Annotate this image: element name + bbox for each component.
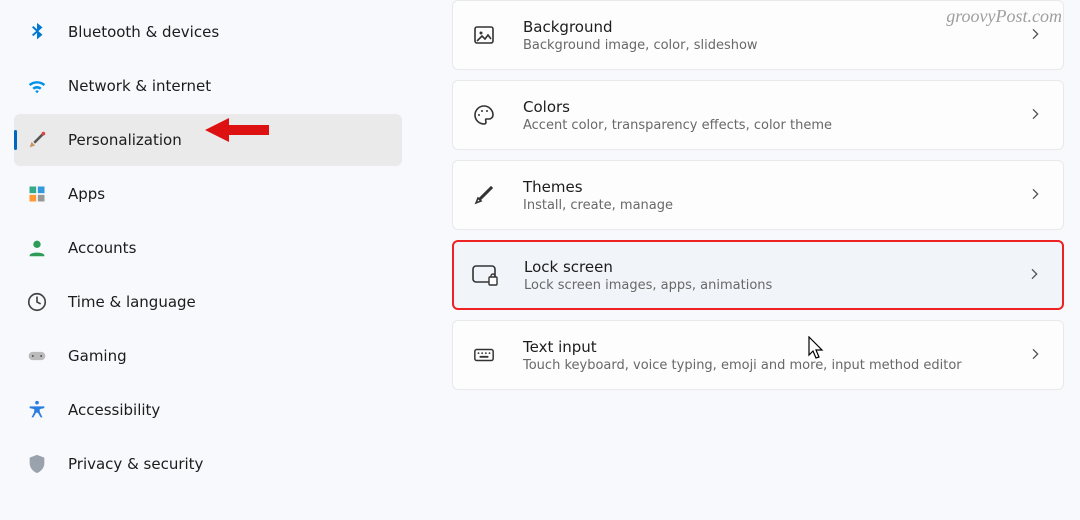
sidebar-item-label: Accounts bbox=[68, 239, 390, 257]
card-subtitle: Background image, color, slideshow bbox=[523, 38, 1027, 53]
palette-icon bbox=[469, 100, 499, 130]
keyboard-icon bbox=[469, 340, 499, 370]
chevron-right-icon bbox=[1026, 266, 1044, 284]
sidebar-item-accessibility[interactable]: Accessibility bbox=[14, 384, 402, 436]
card-text: Lock screen Lock screen images, apps, an… bbox=[524, 258, 1026, 293]
chevron-right-icon bbox=[1027, 106, 1045, 124]
card-text: Background Background image, color, slid… bbox=[523, 18, 1027, 53]
paintbrush-icon bbox=[24, 127, 50, 153]
sidebar-item-time-language[interactable]: Time & language bbox=[14, 276, 402, 328]
card-colors[interactable]: Colors Accent color, transparency effect… bbox=[452, 80, 1064, 150]
card-text: Text input Touch keyboard, voice typing,… bbox=[523, 338, 1027, 373]
sidebar-item-label: Apps bbox=[68, 185, 390, 203]
chevron-right-icon bbox=[1027, 26, 1045, 44]
card-subtitle: Install, create, manage bbox=[523, 198, 1027, 213]
lock-screen-icon bbox=[470, 260, 500, 290]
sidebar-item-label: Gaming bbox=[68, 347, 390, 365]
card-background[interactable]: Background Background image, color, slid… bbox=[452, 0, 1064, 70]
card-text: Themes Install, create, manage bbox=[523, 178, 1027, 213]
sidebar-item-label: Accessibility bbox=[68, 401, 390, 419]
card-subtitle: Lock screen images, apps, animations bbox=[524, 278, 1026, 293]
card-subtitle: Accent color, transparency effects, colo… bbox=[523, 118, 1027, 133]
clock-globe-icon bbox=[24, 289, 50, 315]
accessibility-icon bbox=[24, 397, 50, 423]
card-lock-screen[interactable]: Lock screen Lock screen images, apps, an… bbox=[452, 240, 1064, 310]
card-title: Lock screen bbox=[524, 258, 1026, 276]
sidebar-item-accounts[interactable]: Accounts bbox=[14, 222, 402, 274]
card-title: Colors bbox=[523, 98, 1027, 116]
sidebar-item-label: Privacy & security bbox=[68, 455, 390, 473]
sidebar-item-label: Network & internet bbox=[68, 77, 390, 95]
sidebar-item-bluetooth[interactable]: Bluetooth & devices bbox=[14, 6, 402, 58]
gamepad-icon bbox=[24, 343, 50, 369]
sidebar-item-network[interactable]: Network & internet bbox=[14, 60, 402, 112]
personalization-panel: Background Background image, color, slid… bbox=[408, 0, 1080, 520]
sidebar-item-label: Bluetooth & devices bbox=[68, 23, 390, 41]
chevron-right-icon bbox=[1027, 346, 1045, 364]
card-title: Background bbox=[523, 18, 1027, 36]
bluetooth-icon bbox=[24, 19, 50, 45]
person-icon bbox=[24, 235, 50, 261]
sidebar-item-gaming[interactable]: Gaming bbox=[14, 330, 402, 382]
sidebar-item-label: Time & language bbox=[68, 293, 390, 311]
card-text-input[interactable]: Text input Touch keyboard, voice typing,… bbox=[452, 320, 1064, 390]
wifi-icon bbox=[24, 73, 50, 99]
card-text: Colors Accent color, transparency effect… bbox=[523, 98, 1027, 133]
card-themes[interactable]: Themes Install, create, manage bbox=[452, 160, 1064, 230]
apps-icon bbox=[24, 181, 50, 207]
sidebar-item-personalization[interactable]: Personalization bbox=[14, 114, 402, 166]
sidebar-item-apps[interactable]: Apps bbox=[14, 168, 402, 220]
chevron-right-icon bbox=[1027, 186, 1045, 204]
brush-icon bbox=[469, 180, 499, 210]
card-title: Themes bbox=[523, 178, 1027, 196]
card-title: Text input bbox=[523, 338, 1027, 356]
sidebar-item-label: Personalization bbox=[68, 131, 390, 149]
settings-sidebar: Bluetooth & devices Network & internet P… bbox=[0, 0, 408, 520]
sidebar-item-privacy-security[interactable]: Privacy & security bbox=[14, 438, 402, 490]
shield-icon bbox=[24, 451, 50, 477]
card-subtitle: Touch keyboard, voice typing, emoji and … bbox=[523, 358, 1027, 373]
image-icon bbox=[469, 20, 499, 50]
